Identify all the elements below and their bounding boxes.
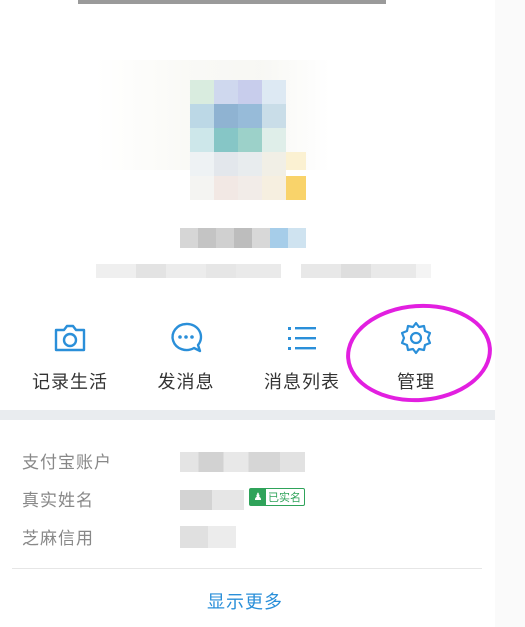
message-list-button[interactable]: 消息列表	[242, 318, 362, 394]
send-message-label: 发消息	[157, 372, 215, 393]
account-mosaic	[96, 264, 431, 278]
alipay-account-row: 支付宝账户	[22, 448, 492, 476]
camera-icon	[54, 324, 86, 352]
real-name-mosaic	[180, 490, 244, 510]
record-life-button[interactable]: 记录生活	[10, 318, 130, 394]
message-list-label: 消息列表	[264, 372, 340, 393]
verified-badge-text: 已实名	[268, 491, 301, 504]
section-divider	[0, 410, 495, 420]
list-icon	[288, 327, 316, 350]
alipay-account-label: 支付宝账户	[22, 453, 112, 473]
verified-badge: ♟ 已实名	[249, 488, 305, 506]
record-life-label: 记录生活	[32, 372, 108, 393]
nickname-mosaic	[180, 228, 306, 248]
show-more-link[interactable]: 显示更多	[0, 588, 490, 614]
verified-person-icon: ♟	[250, 489, 266, 505]
alipay-account-mosaic	[180, 452, 305, 472]
page-edge	[495, 0, 525, 627]
top-divider	[78, 0, 386, 4]
chat-bubble-icon	[171, 322, 203, 353]
avatar[interactable]	[190, 80, 322, 210]
list-divider	[12, 568, 482, 569]
sesame-credit-label: 芝麻信用	[22, 529, 94, 549]
sesame-credit-mosaic	[180, 526, 236, 548]
send-message-button[interactable]: 发消息	[126, 318, 246, 394]
sesame-credit-row: 芝麻信用	[22, 524, 492, 552]
real-name-label: 真实姓名	[22, 491, 94, 511]
